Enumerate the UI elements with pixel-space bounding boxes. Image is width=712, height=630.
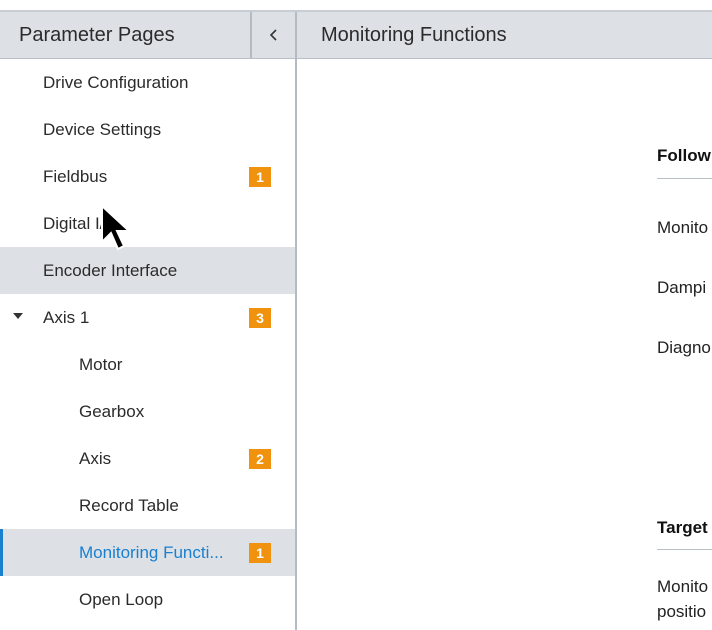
tree-item-monitoring-functions[interactable]: Monitoring Functi... 1 — [0, 529, 295, 576]
tree-item-encoder-interface[interactable]: Encoder Interface — [0, 247, 295, 294]
parameter-tree: Drive Configuration Device Settings Fiel… — [0, 59, 295, 623]
tree-item-label: Monitoring Functi... — [79, 542, 224, 562]
warning-count-badge: 2 — [249, 449, 271, 469]
warning-count-badge: 3 — [249, 308, 271, 328]
tree-item-label: Device Settings — [43, 119, 162, 139]
tree-item-fieldbus[interactable]: Fieldbus 1 — [0, 153, 295, 200]
page-header: Monitoring Functions — [297, 12, 712, 59]
tree-item-label: Open Loop — [79, 589, 164, 609]
chevron-left-icon — [269, 29, 277, 41]
collapse-panel-button[interactable] — [250, 12, 295, 58]
tree-item-label: Gearbox — [79, 401, 145, 421]
tree-item-open-loop[interactable]: Open Loop — [0, 576, 295, 623]
top-strip — [0, 0, 712, 12]
caret-down-icon[interactable] — [12, 312, 24, 320]
tree-item-label: Drive Configuration — [43, 72, 189, 92]
tree-item-digital-io[interactable]: Digital I/O — [0, 200, 295, 247]
parameter-pages-panel: Parameter Pages Drive Configuration Devi… — [0, 12, 295, 630]
tree-item-label: Axis — [79, 448, 112, 468]
section-title-follow: Follow — [657, 146, 711, 165]
tree-item-label: Fieldbus — [43, 166, 108, 186]
section-divider — [657, 178, 712, 179]
parameter-pages-header: Parameter Pages — [0, 12, 295, 59]
parameter-pages-title: Parameter Pages — [19, 24, 175, 46]
page-content: Follow Monito Dampi Diagno Target Monito… — [297, 59, 712, 630]
tree-item-gearbox[interactable]: Gearbox — [0, 388, 295, 435]
field-label: Monito — [657, 577, 709, 596]
mouse-cursor-icon — [101, 204, 132, 251]
warning-count-badge: 1 — [249, 167, 271, 187]
tree-item-label: Motor — [79, 354, 123, 374]
field-label: Dampi — [657, 278, 707, 297]
tree-item-device-settings[interactable]: Device Settings — [0, 106, 295, 153]
tree-item-axis[interactable]: Axis 2 — [0, 435, 295, 482]
tree-item-record-table[interactable]: Record Table — [0, 482, 295, 529]
tree-item-axis-1[interactable]: Axis 1 3 — [0, 294, 295, 341]
warning-count-badge: 1 — [249, 543, 271, 563]
tree-item-drive-configuration[interactable]: Drive Configuration — [0, 59, 295, 106]
tree-item-label: Encoder Interface — [43, 260, 178, 280]
tree-item-label: Axis 1 — [43, 307, 90, 327]
field-label: Monito — [657, 218, 709, 237]
tree-item-motor[interactable]: Motor — [0, 341, 295, 388]
section-divider — [657, 549, 712, 550]
field-label: positio — [657, 602, 707, 621]
tree-item-label: Record Table — [79, 495, 179, 515]
section-title-target: Target — [657, 518, 708, 537]
field-label: Diagno — [657, 338, 711, 357]
page-title: Monitoring Functions — [321, 24, 507, 46]
